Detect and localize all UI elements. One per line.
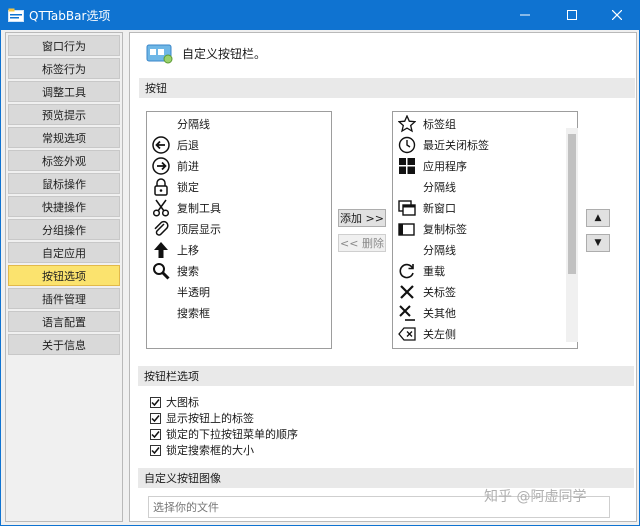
list-item[interactable]: 后退 (151, 135, 199, 155)
scissors-icon (151, 198, 171, 218)
list-item[interactable]: 半透明 (151, 282, 210, 302)
watermark-text: 知乎 @阿虚同学 (484, 489, 587, 505)
new-window-icon (397, 198, 417, 218)
list-item[interactable]: 新窗口 (397, 198, 456, 218)
window-title: QTTabBar选项 (29, 9, 111, 23)
sidebar-item-about[interactable]: 关于信息 (8, 334, 120, 355)
section-toolbar-options: 按钮栏选项 (138, 366, 634, 386)
available-buttons-list[interactable]: 分隔线 后退 前进 锁定 复制工具 顶层显示 上移 搜索 半透明 搜索框 (146, 111, 332, 349)
up-arrow-icon (151, 240, 171, 260)
add-button[interactable]: 添加 >> (338, 209, 386, 227)
close-x-icon (397, 282, 417, 302)
app-icon (8, 8, 24, 22)
sidebar-item-preview-tips[interactable]: 预览提示 (8, 104, 120, 125)
windows-logo-icon (397, 156, 417, 176)
lock-icon (151, 177, 171, 197)
list-item[interactable]: 关其他 (397, 303, 456, 323)
close-others-icon (397, 303, 417, 323)
option-large-icons[interactable]: 大图标 (150, 394, 199, 410)
star-icon (397, 114, 417, 134)
list-item[interactable]: 复制标签 (397, 219, 467, 239)
page-title: 自定义按钮栏。 (182, 46, 267, 61)
clock-icon (397, 135, 417, 155)
section-custom-image: 自定义按钮图像 (138, 468, 634, 488)
list-item[interactable]: 锁定 (151, 177, 199, 197)
list-item[interactable]: 前进 (151, 156, 199, 176)
option-show-labels[interactable]: 显示按钮上的标签 (150, 410, 254, 426)
section-toolbar-options-label: 按钮栏选项 (144, 370, 199, 383)
option-lock-dropdown-order[interactable]: 锁定的下拉按钮菜单的顺序 (150, 426, 298, 442)
list-item[interactable]: 应用程序 (397, 156, 467, 176)
back-arrow-icon (151, 135, 171, 155)
section-buttons: 按钮 (139, 78, 635, 98)
sidebar-item-general[interactable]: 常规选项 (8, 127, 120, 148)
toolbar-buttons-list[interactable]: 标签组 最近关闭标签 应用程序 分隔线 新窗口 复制标签 分隔线 重载 关标签 … (392, 111, 578, 349)
sidebar-item-button-options[interactable]: 按钮选项 (8, 265, 120, 286)
title-bar: QTTabBar选项 (0, 0, 640, 30)
move-down-button[interactable]: ▼ (586, 234, 610, 252)
toolbar-customize-icon (146, 44, 173, 64)
sidebar-item-window-behavior[interactable]: 窗口行为 (8, 35, 120, 56)
move-up-button[interactable]: ▲ (586, 209, 610, 227)
section-custom-image-label: 自定义按钮图像 (144, 472, 221, 485)
list-item[interactable]: 搜索框 (151, 303, 210, 323)
scroll-thumb[interactable] (568, 134, 576, 274)
option-lock-searchbox-size[interactable]: 锁定搜索框的大小 (150, 442, 254, 458)
magnifier-icon (151, 261, 171, 281)
section-buttons-label: 按钮 (145, 82, 167, 95)
list-item[interactable]: 分隔线 (397, 177, 456, 197)
remove-button[interactable]: << 删除 (338, 234, 386, 252)
checkbox[interactable] (150, 412, 161, 424)
list-item[interactable]: 标签组 (397, 114, 456, 134)
maximize-icon (567, 10, 577, 20)
list-item[interactable]: 分隔线 (397, 240, 456, 260)
list-item[interactable]: 关标签 (397, 282, 456, 302)
sidebar-item-tab-behavior[interactable]: 标签行为 (8, 58, 120, 79)
paperclip-icon (151, 219, 171, 239)
check-icon (151, 414, 160, 422)
check-icon (151, 398, 160, 406)
sidebar-item-plugins[interactable]: 插件管理 (8, 288, 120, 309)
list-item[interactable]: 顶层显示 (151, 219, 221, 239)
sidebar-item-tab-appearance[interactable]: 标签外观 (8, 150, 120, 171)
minimize-button[interactable] (502, 0, 548, 30)
minimize-icon (520, 14, 530, 16)
checkbox[interactable] (150, 428, 161, 440)
list-item[interactable]: 分隔线 (151, 114, 210, 134)
checkbox[interactable] (150, 396, 161, 408)
list-item[interactable]: 关左侧 (397, 324, 456, 344)
sidebar-item-language[interactable]: 语言配置 (8, 311, 120, 332)
list-item[interactable]: 最近关闭标签 (397, 135, 489, 155)
forward-arrow-icon (151, 156, 171, 176)
copy-tab-icon (397, 219, 417, 239)
sidebar-item-tweaks[interactable]: 调整工具 (8, 81, 120, 102)
close-icon (612, 10, 622, 20)
sidebar-item-mouse[interactable]: 鼠标操作 (8, 173, 120, 194)
close-left-icon (397, 324, 417, 344)
page-header: 自定义按钮栏。 (146, 39, 266, 67)
close-button[interactable] (594, 0, 640, 30)
check-icon (151, 446, 160, 454)
maximize-button[interactable] (549, 0, 595, 30)
reload-icon (397, 261, 417, 281)
list-item[interactable]: 搜索 (151, 261, 199, 281)
checkbox[interactable] (150, 444, 161, 456)
sidebar: 窗口行为 标签行为 调整工具 预览提示 常规选项 标签外观 鼠标操作 快捷操作 … (5, 32, 123, 522)
sidebar-item-groups[interactable]: 分组操作 (8, 219, 120, 240)
sidebar-item-shortcuts[interactable]: 快捷操作 (8, 196, 120, 217)
check-icon (151, 430, 160, 438)
list-item[interactable]: 复制工具 (151, 198, 221, 218)
list-item[interactable]: 重载 (397, 261, 445, 281)
sidebar-item-custom-apps[interactable]: 自定应用 (8, 242, 120, 263)
list-item[interactable]: 上移 (151, 240, 199, 260)
toolbar-list-scrollbar[interactable] (566, 128, 578, 342)
